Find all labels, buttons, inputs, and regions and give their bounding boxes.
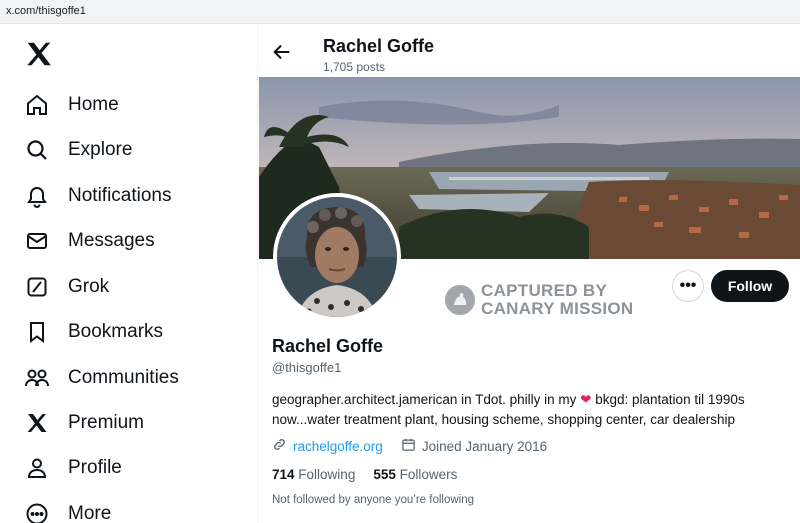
- sidebar-item-label: Communities: [68, 367, 179, 388]
- browser-address-bar[interactable]: x.com/thisgoffe1: [0, 0, 800, 24]
- people-icon: [24, 365, 50, 391]
- followers-count: 555: [373, 467, 396, 482]
- profile-main: Rachel Goffe 1,705 posts CAPTURED BY CAN…: [259, 24, 800, 523]
- watermark-line-1: CAPTURED BY: [481, 281, 608, 300]
- joined-date: Joined January 2016: [421, 438, 548, 454]
- sidebar-item-profile[interactable]: Profile: [24, 448, 122, 488]
- sidebar-item-premium[interactable]: Premium: [24, 403, 144, 443]
- grok-icon: [24, 274, 50, 300]
- envelope-icon: [24, 228, 50, 254]
- url-text: x.com/thisgoffe1: [6, 5, 86, 17]
- search-icon: [24, 137, 50, 163]
- profile-avatar[interactable]: [273, 193, 401, 321]
- watermark-line-2: CANARY MISSION: [481, 299, 634, 318]
- follow-button[interactable]: Follow: [711, 270, 789, 302]
- followers-label: Followers: [399, 467, 458, 482]
- x-logo-icon: [24, 410, 50, 436]
- profile-header-bar: Rachel Goffe 1,705 posts: [259, 24, 800, 77]
- sidebar: Home Explore Notifications Messages Grok…: [0, 24, 258, 523]
- sidebar-item-label: Messages: [68, 230, 155, 251]
- sidebar-item-bookmarks[interactable]: Bookmarks: [24, 312, 163, 352]
- header-post-count: 1,705 posts: [323, 60, 386, 74]
- profile-handle: @thisgoffe1: [272, 360, 342, 375]
- profile-name: Rachel Goffe: [272, 336, 384, 356]
- bio-text-part-1: geographer.architect.jamerican in Tdot. …: [272, 392, 577, 407]
- sidebar-item-label: Home: [68, 94, 119, 115]
- sidebar-item-communities[interactable]: Communities: [24, 358, 179, 398]
- link-icon: [272, 437, 287, 455]
- bell-icon: [24, 183, 50, 209]
- profile-meta: rachelgoffe.org Joined January 2016: [272, 437, 547, 455]
- sidebar-item-explore[interactable]: Explore: [24, 130, 132, 170]
- canary-mission-watermark: CAPTURED BY CANARY MISSION: [445, 282, 634, 318]
- following-label: Following: [298, 467, 356, 482]
- person-icon: [24, 455, 50, 481]
- sidebar-item-grok[interactable]: Grok: [24, 267, 109, 307]
- sidebar-item-more[interactable]: More: [24, 494, 111, 523]
- bookmark-icon: [24, 319, 50, 345]
- follow-counts: 714 Following 555 Followers: [272, 467, 457, 482]
- website-link[interactable]: rachelgoffe.org: [293, 439, 383, 454]
- sidebar-item-label: Explore: [68, 139, 133, 160]
- header-name: Rachel Goffe: [323, 36, 435, 56]
- sidebar-item-label: Premium: [68, 412, 145, 433]
- profile-bio: geographer.architect.jamerican in Tdot. …: [272, 390, 792, 430]
- more-options-button[interactable]: •••: [672, 270, 704, 302]
- sidebar-item-label: Notifications: [68, 185, 172, 206]
- sidebar-item-notifications[interactable]: Notifications: [24, 176, 172, 216]
- mutual-followers-note: Not followed by anyone you’re following: [272, 494, 475, 506]
- following-link[interactable]: 714 Following: [272, 467, 355, 482]
- following-count: 714: [272, 467, 295, 482]
- followers-link[interactable]: 555 Followers: [373, 467, 457, 482]
- sidebar-item-label: More: [68, 503, 112, 523]
- sidebar-item-messages[interactable]: Messages: [24, 221, 155, 261]
- sidebar-item-home[interactable]: Home: [24, 85, 119, 125]
- home-icon: [24, 92, 50, 118]
- heart-emoji: ❤: [580, 392, 592, 407]
- more-circle-icon: [24, 501, 50, 523]
- canary-bird-icon: [445, 285, 475, 315]
- sidebar-item-label: Profile: [68, 457, 122, 478]
- sidebar-item-label: Bookmarks: [68, 321, 164, 342]
- sidebar-item-label: Grok: [68, 276, 110, 297]
- calendar-icon: [401, 437, 416, 455]
- x-logo-icon[interactable]: [24, 39, 54, 69]
- back-arrow-icon[interactable]: [271, 41, 293, 63]
